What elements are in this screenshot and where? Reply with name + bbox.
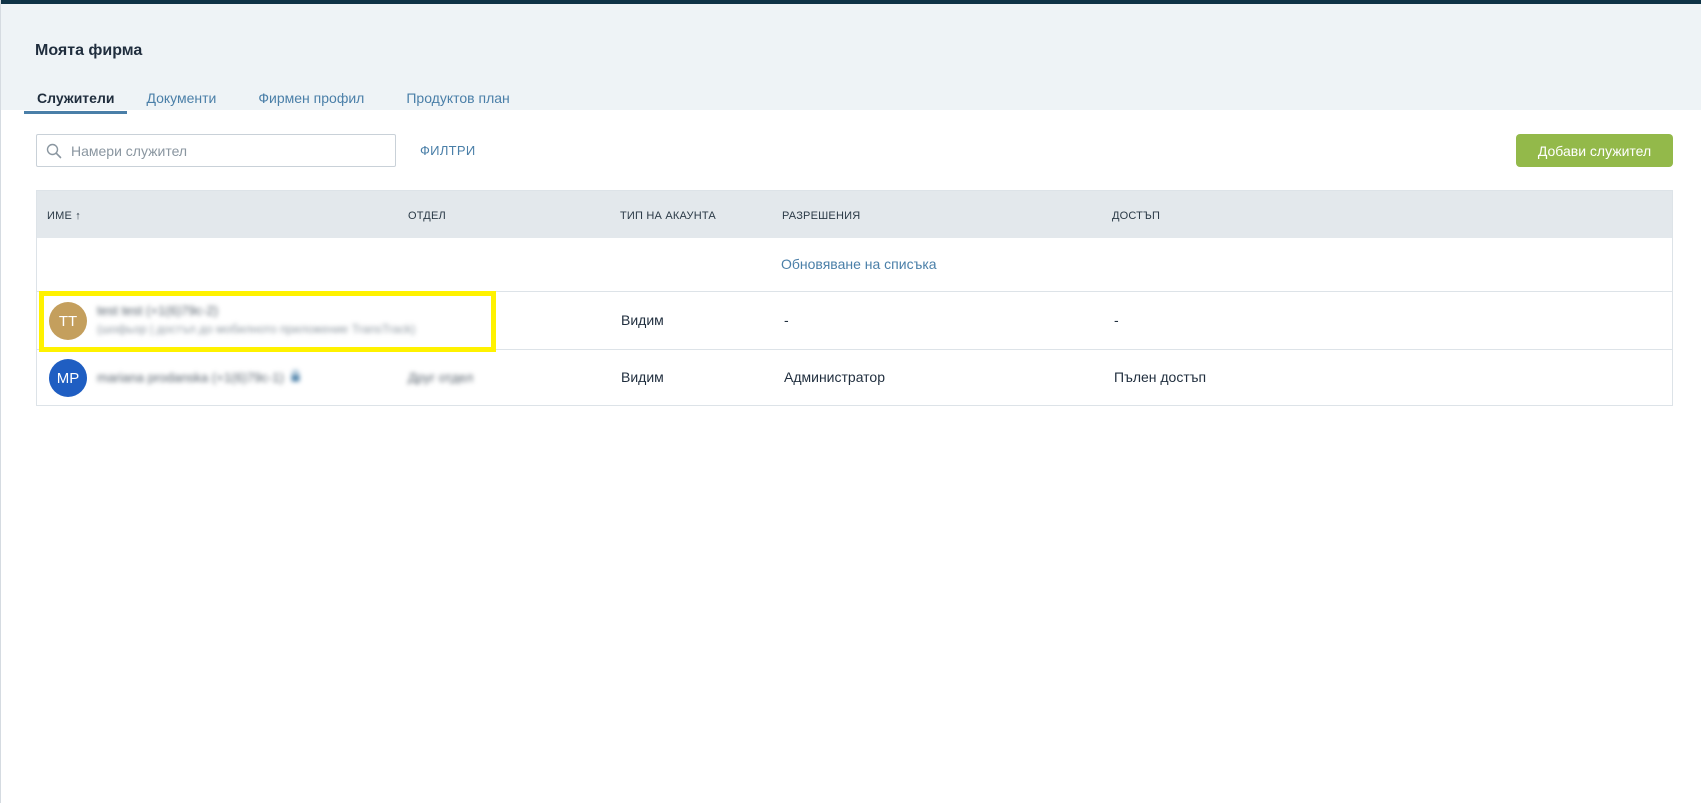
avatar: MP xyxy=(49,359,87,397)
table-header: ИМЕ ↑ ОТДЕЛ ТИП НА АКАУНТА РАЗРЕШЕНИЯ ДО… xyxy=(37,191,1672,238)
tab-employees[interactable]: Служители xyxy=(24,82,128,114)
search-box xyxy=(36,134,396,167)
column-header-account-type: ТИП НА АКАУНТА xyxy=(620,210,716,222)
column-header-name[interactable]: ИМЕ ↑ xyxy=(47,210,81,222)
table-row[interactable]: MP mariana prodanska (+1(6)79c-1) Друг о… xyxy=(37,350,1672,406)
column-header-name-label: ИМЕ xyxy=(47,210,73,222)
access-cell: - xyxy=(1114,312,1119,328)
sort-arrow-icon: ↑ xyxy=(75,210,81,222)
department-cell: Друг отдел xyxy=(408,370,474,385)
search-input[interactable] xyxy=(71,135,395,166)
lock-icon xyxy=(291,370,300,385)
column-header-access: ДОСТЪП xyxy=(1112,210,1161,222)
add-employee-button[interactable]: Добави служител xyxy=(1516,134,1673,167)
search-icon xyxy=(37,134,71,167)
page-title: Моята фирма xyxy=(35,42,143,59)
account-type-cell: Видим xyxy=(621,312,664,328)
permissions-cell: Администратор xyxy=(784,369,886,385)
employee-name: mariana prodanska (+1(6)79c-1) xyxy=(97,370,284,385)
column-header-permissions: РАЗРЕШЕНИЯ xyxy=(782,210,861,222)
employees-table: ИМЕ ↑ ОТДЕЛ ТИП НА АКАУНТА РАЗРЕШЕНИЯ ДО… xyxy=(36,190,1673,406)
filters-button[interactable]: ФИЛТРИ xyxy=(420,143,476,158)
permissions-cell: - xyxy=(784,312,789,328)
employee-name[interactable]: test test (+1(6)79c-2) xyxy=(97,303,218,318)
avatar: TT xyxy=(49,302,87,340)
column-header-department: ОТДЕЛ xyxy=(408,210,446,222)
tab-bar: Служители Документи Фирмен профил Продук… xyxy=(24,82,529,114)
page-header: Моята фирма Служители Документи Фирмен п… xyxy=(1,4,1701,114)
employee-name-wrap[interactable]: mariana prodanska (+1(6)79c-1) xyxy=(97,370,300,385)
app-window: Моята фирма Служители Документи Фирмен п… xyxy=(0,0,1701,803)
employee-subtitle: (шофьор | достъп до мобилното приложение… xyxy=(97,322,416,336)
refresh-row: Обновяване на списъка xyxy=(37,238,1672,292)
tab-company-profile[interactable]: Фирмен профил xyxy=(245,82,377,114)
table-row[interactable]: TT test test (+1(6)79c-2) (шофьор | дост… xyxy=(37,292,1672,350)
access-cell: Пълен достъп xyxy=(1114,369,1207,385)
refresh-list-link[interactable]: Обновяване на списъка xyxy=(781,256,937,272)
tab-product-plan[interactable]: Продуктов план xyxy=(393,82,522,114)
tab-documents[interactable]: Документи xyxy=(133,82,229,114)
account-type-cell: Видим xyxy=(621,369,664,385)
